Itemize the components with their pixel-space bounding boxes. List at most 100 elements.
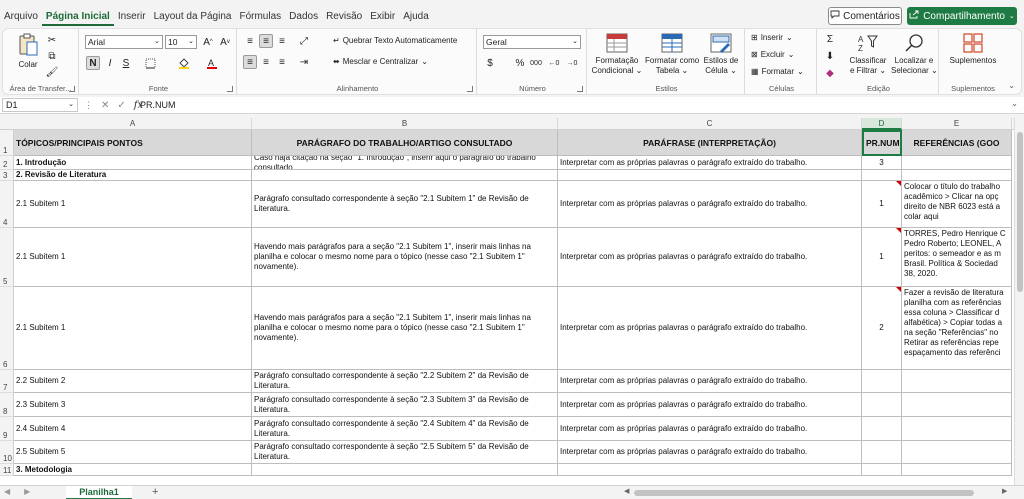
row-header[interactable]: 8 [0,393,14,417]
cell-c2[interactable]: Interpretar com as próprias palavras o p… [558,156,862,170]
cell-b10[interactable]: Parágrafo consultado correspondente à se… [252,441,558,464]
sort-filter-button[interactable]: AZ Classificar e Filtrar ⌄ [847,33,889,76]
cell-c4[interactable]: Interpretar com as próprias palavras o p… [558,181,862,228]
number-format-select[interactable]: Geral ⌄ [483,35,581,49]
thousands-button[interactable]: 000 [529,56,543,70]
align-right-icon[interactable]: ≡ [275,55,289,69]
cell-b5[interactable]: Havendo mais parágrafos para a seção "2.… [252,228,558,287]
cell-e7[interactable] [902,370,1012,393]
row-header[interactable]: 5 [0,228,14,287]
cell-d4[interactable]: 1 [862,181,902,228]
insert-cells-button[interactable]: ⊞ Inserir ⌄ [751,33,793,42]
cell-styles-button[interactable]: Estilos de Célula ⌄ [701,33,741,76]
horizontal-scroll-thumb[interactable] [634,490,974,496]
horizontal-scrollbar[interactable]: ◀ ▶ [624,487,1010,497]
cell-d9[interactable] [862,417,902,441]
row-header[interactable]: 6 [0,287,14,370]
column-header-a[interactable]: A [14,118,252,130]
row-header[interactable]: 1 [0,130,14,156]
cell-c6[interactable]: Interpretar com as próprias palavras o p… [558,287,862,370]
decrease-decimal-icon[interactable]: →0 [565,56,579,70]
tab-pagina-inicial[interactable]: Página Inicial [41,10,114,26]
cell-a8[interactable]: 2.3 Subitem 3 [14,393,252,417]
cell-c11[interactable] [558,464,862,476]
format-cells-button[interactable]: ▦ Formatar ⌄ [751,67,804,76]
cell-b2[interactable]: Caso haja citação na seção "1. Introduçã… [252,156,558,170]
header-cell-d[interactable]: PR.NUM [862,130,902,156]
tab-dados[interactable]: Dados [285,10,322,26]
row-header[interactable]: 11 [0,464,14,476]
align-middle-icon[interactable]: ≡ [259,34,273,48]
cell-d7[interactable] [862,370,902,393]
find-select-button[interactable]: Localizar e Selecionar ⌄ [891,33,938,76]
font-launcher-icon[interactable] [227,86,233,92]
row-header[interactable]: 3 [0,170,14,181]
cell-c3[interactable] [558,170,862,181]
underline-button[interactable]: S [119,56,133,70]
cell-b7[interactable]: Parágrafo consultado correspondente à se… [252,370,558,393]
increase-decimal-icon[interactable]: ←0 [547,56,561,70]
wrap-text-button[interactable]: ↵ Quebrar Texto Automaticamente [333,36,457,45]
cell-d6[interactable]: 2 [862,287,902,370]
scroll-right-icon[interactable]: ▶ [1002,487,1007,495]
percent-button[interactable]: % [513,56,527,70]
vertical-scrollbar[interactable] [1014,118,1024,485]
delete-cells-button[interactable]: ⊠ Excluir ⌄ [751,50,794,59]
font-name-select[interactable]: Arial ⌄ [85,35,163,49]
vertical-scroll-thumb[interactable] [1017,132,1023,292]
tab-inserir[interactable]: Inserir [114,10,150,26]
column-header-d[interactable]: D [862,118,902,130]
format-as-table-button[interactable]: Formatar como Tabela ⌄ [645,33,699,76]
sheet-tab[interactable]: Planilha1 [66,486,132,499]
scroll-left-icon[interactable]: ◀ [624,487,629,495]
cell-d3[interactable] [862,170,902,181]
align-bottom-icon[interactable]: ≡ [275,34,289,48]
cell-e9[interactable] [902,417,1012,441]
prev-sheet-icon[interactable]: ◀ [4,487,10,496]
decrease-font-icon[interactable]: Av [218,35,232,49]
align-top-icon[interactable]: ≡ [243,34,257,48]
header-cell-b[interactable]: PARÁGRAFO DO TRABALHO/ARTIGO CONSULTADO [252,130,558,156]
tab-arquivo[interactable]: Arquivo [0,10,42,26]
cell-a5[interactable]: 2.1 Subitem 1 [14,228,252,287]
fill-icon[interactable]: ⬇ [823,49,837,63]
conditional-formatting-button[interactable]: Formatação Condicional ⌄ [591,33,643,76]
share-button[interactable]: Compartilhamento ⌄ [907,7,1017,25]
comment-indicator-icon[interactable] [896,287,901,292]
expand-formula-icon[interactable]: ⌄ [1011,99,1018,108]
cell-a2[interactable]: 1. Introdução [14,156,252,170]
borders-icon[interactable] [143,56,157,70]
row-header[interactable]: 7 [0,370,14,393]
cell-b3[interactable] [252,170,558,181]
tab-layout-da-pagina[interactable]: Layout da Página [150,10,236,26]
italic-button[interactable]: I [103,56,117,70]
cell-e11[interactable] [902,464,1012,476]
align-left-icon[interactable]: ≡ [243,55,257,69]
comments-button[interactable]: Comentários [828,7,902,25]
currency-icon[interactable]: $ [483,56,497,70]
cell-e4[interactable]: Colocar o título do trabalho acadêmico >… [902,181,1012,228]
tab-ajuda[interactable]: Ajuda [399,10,433,26]
cell-b11[interactable] [252,464,558,476]
comment-indicator-icon[interactable] [896,181,901,186]
cell-b6[interactable]: Havendo mais parágrafos para a seção "2.… [252,287,558,370]
cell-c10[interactable]: Interpretar com as próprias palavras o p… [558,441,862,464]
cell-c7[interactable]: Interpretar com as próprias palavras o p… [558,370,862,393]
cell-e10[interactable] [902,441,1012,464]
cell-d11[interactable] [862,464,902,476]
font-color-icon[interactable]: A [205,56,219,70]
cell-a4[interactable]: 2.1 Subitem 1 [14,181,252,228]
cell-e3[interactable] [902,170,1012,181]
addins-button[interactable]: Suplementos [943,33,1003,66]
cell-a7[interactable]: 2.2 Subitem 2 [14,370,252,393]
row-header[interactable]: 2 [0,156,14,170]
cell-c5[interactable]: Interpretar com as próprias palavras o p… [558,228,862,287]
more-icon[interactable]: ⋮ [84,100,93,111]
orientation-icon[interactable]: ⤢ [297,34,311,48]
collapse-ribbon-icon[interactable]: ⌄ [1008,81,1015,90]
cell-b4[interactable]: Parágrafo consultado correspondente à se… [252,181,558,228]
increase-font-icon[interactable]: A ^ [201,35,215,49]
header-cell-c[interactable]: PARÁFRASE (INTERPRETAÇÃO) [558,130,862,156]
paste-button[interactable]: Colar [13,33,43,70]
cell-a3[interactable]: 2. Revisão de Literatura [14,170,252,181]
